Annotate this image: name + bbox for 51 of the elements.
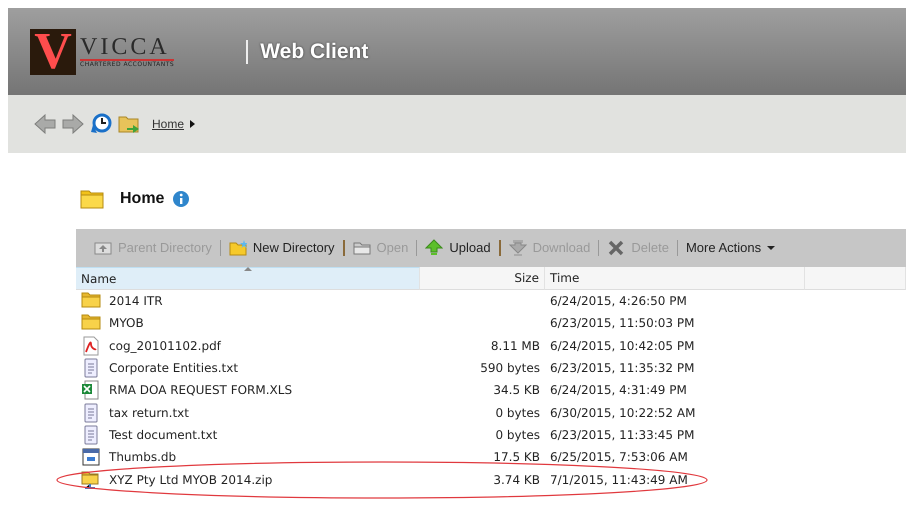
history-clock-button[interactable] [90,113,112,135]
up-arrow-icon [425,239,444,257]
column-header[interactable]: Size [420,267,545,290]
file-name[interactable]: Thumbs.db [109,448,176,466]
file-name[interactable]: XYZ Pty Ltd MYOB 2014.zip [109,470,272,489]
file-size: 8.11 MB [490,338,540,355]
logo-mark: V [30,28,76,74]
modified-time: 6/24/2015, 4:26:50 PM [550,293,687,310]
file-name[interactable]: Test document.txt [109,426,218,444]
file-size: 17.5 KB [493,449,540,466]
toolbar-button[interactable]: Upload [425,238,499,258]
file-name[interactable]: Corporate Entities.txt [109,359,238,378]
column-header[interactable]: Time [545,267,805,290]
modified-time: 6/24/2015, 4:31:49 PM [550,382,687,400]
app-title: Web Client [246,40,368,64]
modified-time: 6/23/2015, 11:33:45 PM [550,426,694,444]
modified-time: 6/25/2015, 7:53:06 AM [550,449,688,466]
back-arrow-button[interactable] [34,113,56,135]
info-icon[interactable] [172,190,190,208]
modified-time: 6/30/2015, 10:22:52 AM [550,404,696,422]
forward-arrow-button[interactable] [62,113,84,135]
folder-icon [80,189,104,209]
file-name[interactable]: tax return.txt [109,404,189,422]
toolbar-button[interactable]: New Directory [228,238,343,258]
file-name[interactable]: cog_20101102.pdf [109,336,221,355]
file-size: 0 bytes [495,404,540,422]
modified-time: 6/23/2015, 11:50:03 PM [550,315,694,332]
file-name[interactable]: RMA DOA REQUEST FORM.XLS [109,381,292,400]
breadcrumb-link[interactable]: Home [152,115,184,133]
file-name[interactable]: 2014 ITR [109,292,163,310]
column-header[interactable]: Name [76,267,420,290]
new-folder-icon [228,239,247,257]
file-name[interactable]: MYOB [109,314,144,332]
file-size: 590 bytes [480,360,540,378]
folder-title: Home [120,189,164,209]
file-size: 0 bytes [495,426,540,444]
archive-folder-icon [81,470,101,490]
modified-time: 6/24/2015, 10:42:05 PM [550,338,694,355]
more-actions-menu[interactable]: More Actions [686,238,784,258]
logo-name: VICCA [80,35,174,61]
down-arrow-icon [508,239,527,257]
file-size: 3.74 KB [493,472,540,489]
database-file-icon [81,447,101,468]
caret-icon [190,120,196,128]
x-mark-icon [607,239,626,257]
pdf-file-icon [81,336,101,356]
spreadsheet-file-icon [81,380,101,400]
modified-time: 7/1/2015, 11:43:49 AM [550,472,688,489]
file-size: 34.5 KB [493,382,540,400]
modified-time: 6/23/2015, 11:35:32 PM [550,360,694,378]
caret-icon [767,246,776,250]
